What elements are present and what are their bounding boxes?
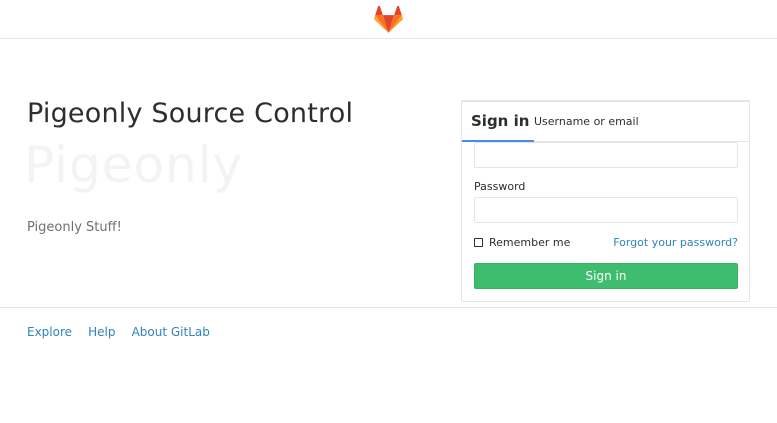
login-tabs: Sign in Username or email [462,102,749,142]
tab-username-or-email[interactable]: Username or email [534,102,644,142]
login-box: Sign in Username or email Password Remem… [461,100,750,302]
tab-sign-in-label: Sign in [471,112,530,130]
gitlab-logo-icon[interactable] [374,6,403,34]
footer-link-explore[interactable]: Explore [27,325,72,339]
password-label: Password [474,180,526,193]
sign-in-button[interactable]: Sign in [474,263,738,289]
tab-username-label: Username or email [534,115,639,128]
forgot-password-link[interactable]: Forgot your password? [613,236,738,249]
page-title: Pigeonly Source Control [27,98,354,129]
remember-me-label[interactable]: Remember me [489,236,570,249]
footer-link-help[interactable]: Help [88,325,115,339]
footer-link-about-gitlab[interactable]: About GitLab [132,325,210,339]
brand-description: Pigeonly Stuff! [27,220,122,235]
username-field[interactable] [474,142,738,168]
footer-links: Explore Help About GitLab [27,321,221,340]
password-field[interactable] [474,197,738,223]
remember-me-checkbox[interactable] [474,238,483,247]
tab-sign-in[interactable]: Sign in [462,102,534,142]
top-navbar [0,0,777,39]
brand-watermark-logo: Pigeonly [24,136,244,194]
